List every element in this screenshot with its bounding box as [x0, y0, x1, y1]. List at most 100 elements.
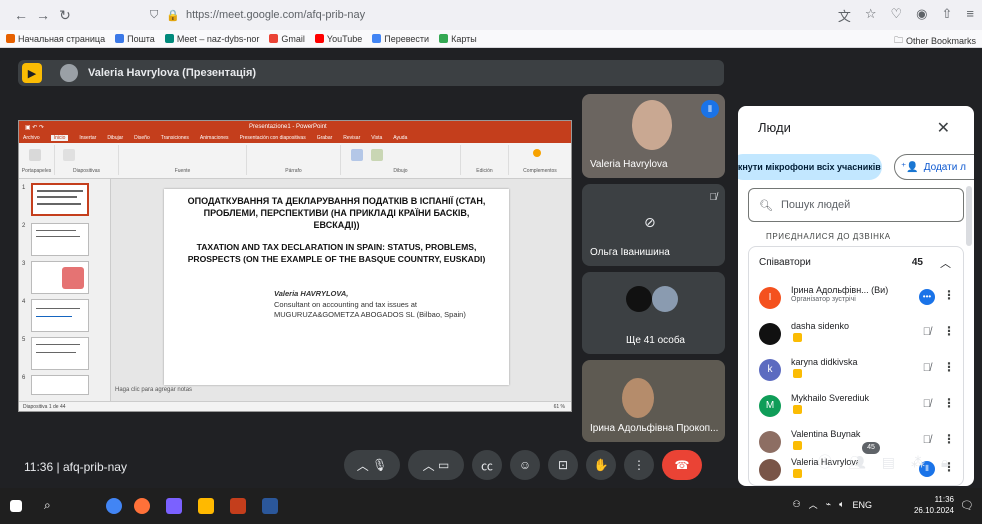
ppt-tab: Presentación con diapositivas: [239, 135, 306, 141]
explorer-icon[interactable]: [198, 498, 214, 514]
network-icon[interactable]: ⌁: [826, 499, 831, 510]
more-icon[interactable]: •••: [919, 289, 935, 305]
mic-off-icon: 🎙̸: [922, 362, 931, 374]
lang-indicator[interactable]: ENG: [852, 500, 872, 510]
avatar: [759, 431, 781, 453]
add-people-button[interactable]: ⁺👤 Додати л: [894, 154, 974, 180]
scrollbar[interactable]: [966, 186, 972, 246]
search-icon[interactable]: ⌕: [44, 498, 60, 514]
word-icon[interactable]: [262, 498, 278, 514]
clock[interactable]: 11:36 26.10.2024: [914, 494, 954, 516]
avatar: [60, 64, 78, 82]
chat-icon[interactable]: ▤: [882, 454, 895, 471]
avatar: [759, 323, 781, 345]
bookmark-5[interactable]: Перевести: [372, 34, 429, 44]
ppt-tab: Revisar: [343, 135, 361, 141]
kebab-menu-icon[interactable]: ⋮: [943, 432, 955, 446]
start-icon[interactable]: [10, 500, 22, 512]
present-button[interactable]: ⊡: [548, 450, 578, 480]
list-item[interactable]: dasha sidenko 🎙̸ ⋮: [755, 319, 961, 349]
notification-icon[interactable]: 🗨︎: [960, 499, 974, 512]
youtube-icon: [314, 34, 324, 43]
mic-off-icon: 🎙̸: [922, 398, 931, 410]
close-icon[interactable]: ✕: [937, 118, 950, 138]
ppt-title: Presentazione1 - PowerPoint: [249, 124, 327, 130]
lock-icon: 🔒: [166, 9, 180, 22]
ppt-ribbon-tabs: Archivo Inicio Insertar Dibujar Diseño T…: [19, 133, 571, 143]
chrome-icon[interactable]: [106, 498, 122, 514]
menu-icon[interactable]: ≡: [966, 6, 974, 25]
raise-hand-button[interactable]: ✋: [586, 450, 616, 480]
slide-thumbnail: [31, 223, 89, 256]
ppt-body: 1 2 3 4 5 6 ОПОДАТКУВАННЯ ТА ДЕКЛАРУВАНН…: [19, 179, 571, 403]
app-icon[interactable]: [166, 498, 182, 514]
shapes-icon: [351, 149, 363, 161]
leave-call-button[interactable]: ☎: [662, 450, 702, 480]
host-controls-icon[interactable]: 🔒︎: [941, 454, 948, 471]
list-item[interactable]: І Ірина Адольфівн... (Ви) Організатор зу…: [755, 283, 961, 313]
participant-tile[interactable]: ⦀ Valeria Havrylova: [582, 94, 725, 178]
mic-button[interactable]: ︿ 🎙: [344, 450, 400, 480]
section-label: ПРИЄДНАЛИСЯ ДО ДЗВІНКА: [766, 232, 891, 241]
chevron-up-icon[interactable]: ︿: [809, 498, 818, 511]
bookmark-icon: [164, 34, 174, 43]
slide-thumbnail: [31, 183, 89, 216]
bookmark-3[interactable]: Gmail: [269, 34, 305, 44]
translate-icon[interactable]: 文: [838, 6, 851, 25]
present-icon: ▶: [22, 63, 42, 83]
people-icon[interactable]: ⚇: [793, 499, 801, 510]
bookmark-1[interactable]: Пошта: [115, 34, 155, 44]
presenter-badge-icon: [793, 369, 802, 378]
shield-icon: ⛉: [150, 8, 159, 21]
ppt-tab: Transiciones: [160, 135, 189, 141]
volume-icon[interactable]: 🔈︎: [839, 499, 844, 510]
tile-name: Valeria Havrylova: [590, 159, 668, 170]
bookmark-6[interactable]: Карты: [439, 34, 477, 44]
other-bookmarks[interactable]: 🗀 Other Bookmarks: [894, 33, 976, 47]
more-options-button[interactable]: ⋮: [624, 450, 654, 480]
bookmark-2[interactable]: Meet – naz-dybs-nor: [164, 34, 259, 44]
search-input[interactable]: 🔍︎ Пошук людей: [748, 188, 964, 222]
extensions-icon[interactable]: ⇧: [942, 6, 953, 25]
activities-icon[interactable]: ⁂: [911, 454, 925, 471]
ribbon-group: Dibujo: [341, 145, 461, 175]
forward-icon[interactable]: →: [32, 7, 54, 23]
firefox-icon[interactable]: [134, 498, 150, 514]
avatar: [626, 286, 652, 312]
account-icon[interactable]: ◉: [916, 6, 927, 25]
list-item[interactable]: k karyna didkivska 🎙̸ ⋮: [755, 355, 961, 385]
list-item[interactable]: M Mykhailo Sverediuk 🎙̸ ⋮: [755, 391, 961, 421]
mic-off-icon: 🎙̸: [922, 326, 931, 338]
people-icon[interactable]: 👥︎: [848, 454, 866, 471]
slide-thumbnail: [31, 261, 89, 294]
contributors-group: Співавтори 45 ︿ І Ірина Адольфівн... (Ви…: [748, 246, 964, 486]
emoji-button[interactable]: ☺: [510, 450, 540, 480]
kebab-menu-icon[interactable]: ⋮: [943, 396, 955, 410]
kebab-menu-icon[interactable]: ⋮: [943, 288, 955, 302]
participant-tile[interactable]: Ірина Адольфівна Прокоп...: [582, 360, 725, 442]
powerpoint-icon[interactable]: [230, 498, 246, 514]
participant-tile[interactable]: 🎙̸ ⊘ Ольга Іванишина: [582, 184, 725, 266]
captions-button[interactable]: ㏄: [472, 450, 502, 480]
more-participants-tile[interactable]: Ще 41 особа: [582, 272, 725, 354]
info-icon[interactable]: ⓘ: [818, 452, 832, 472]
address-bar[interactable]: ⛉ 🔒 https://meet.google.com/afq-prib-nay: [150, 5, 720, 25]
back-icon[interactable]: ←: [10, 7, 32, 23]
avatar: [652, 286, 678, 312]
ppt-tab: Archivo: [23, 135, 40, 141]
slide-thumbnail: [31, 337, 89, 370]
kebab-menu-icon[interactable]: ⋮: [943, 324, 955, 338]
ppt-tab: Diseño: [134, 135, 150, 141]
mute-all-button[interactable]: мкнути мікрофони всіх учасників: [738, 154, 882, 180]
kebab-menu-icon[interactable]: ⋮: [943, 360, 955, 374]
slide-role: Consultant on accounting and tax issues …: [274, 300, 466, 319]
bookmark-0[interactable]: Начальная страница: [6, 34, 105, 44]
camera-button[interactable]: ︿ ▭: [408, 450, 464, 480]
pocket-icon[interactable]: ♡: [891, 6, 903, 25]
chevron-up-icon: ︿: [422, 458, 435, 473]
reload-icon[interactable]: ↻: [54, 7, 76, 24]
star-icon[interactable]: ☆: [865, 6, 877, 25]
shared-powerpoint-window: ▣ ↶ ↷ Presentazione1 - PowerPoint Archiv…: [18, 120, 572, 412]
chevron-up-icon[interactable]: ︿: [940, 255, 951, 271]
bookmark-4[interactable]: YouTube: [314, 34, 362, 44]
